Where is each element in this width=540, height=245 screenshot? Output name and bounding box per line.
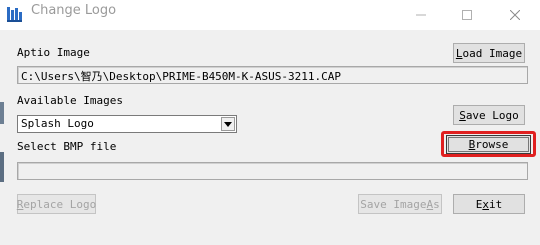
- desktop-edge: [0, 102, 4, 124]
- selected-image-value: Splash Logo: [21, 117, 94, 130]
- button-mnemonic: S: [459, 108, 466, 122]
- button-mnemonic: L: [455, 46, 463, 60]
- button-mnemonic: x: [482, 197, 489, 211]
- browse-highlight-box: [441, 131, 536, 157]
- bmp-file-path-field[interactable]: [17, 162, 528, 180]
- aptio-image-label: Aptio Image: [17, 46, 90, 59]
- close-button[interactable]: [490, 0, 540, 30]
- exit-button[interactable]: Ex it: [453, 194, 525, 214]
- minimize-icon: [416, 14, 426, 16]
- maximize-button[interactable]: [444, 0, 490, 30]
- dropdown-arrow-icon[interactable]: [221, 117, 235, 131]
- app-logo-icon: [6, 5, 24, 23]
- button-text: E: [475, 197, 483, 211]
- maximize-icon: [462, 10, 472, 20]
- button-text: oad Image: [462, 46, 523, 60]
- desktop-edge: [0, 152, 4, 182]
- button-text: it: [489, 197, 503, 211]
- replace-logo-button[interactable]: Replace Logo: [17, 194, 96, 214]
- minimize-button[interactable]: [398, 0, 444, 30]
- available-images-select[interactable]: Splash Logo: [17, 115, 237, 133]
- button-text: eplace Logo: [23, 197, 97, 211]
- select-bmp-label: Select BMP file: [17, 140, 117, 153]
- available-images-label: Available Images: [17, 94, 123, 107]
- button-text: Save Image: [360, 197, 427, 211]
- load-image-button[interactable]: Load Image: [453, 43, 525, 63]
- button-text: s: [433, 197, 440, 211]
- button-mnemonic: R: [16, 197, 24, 211]
- save-logo-button[interactable]: Save Logo: [453, 105, 525, 125]
- window-title: Change Logo: [31, 3, 117, 18]
- save-image-as-button[interactable]: Save Image As: [358, 194, 442, 214]
- button-mnemonic: A: [426, 197, 434, 211]
- close-icon: [510, 10, 520, 20]
- aptio-image-path-field[interactable]: C:\Users\智乃\Desktop\PRIME-B450M-K-ASUS-3…: [17, 66, 528, 84]
- title-bar[interactable]: Change Logo: [0, 0, 540, 30]
- button-text: ave Logo: [465, 108, 519, 122]
